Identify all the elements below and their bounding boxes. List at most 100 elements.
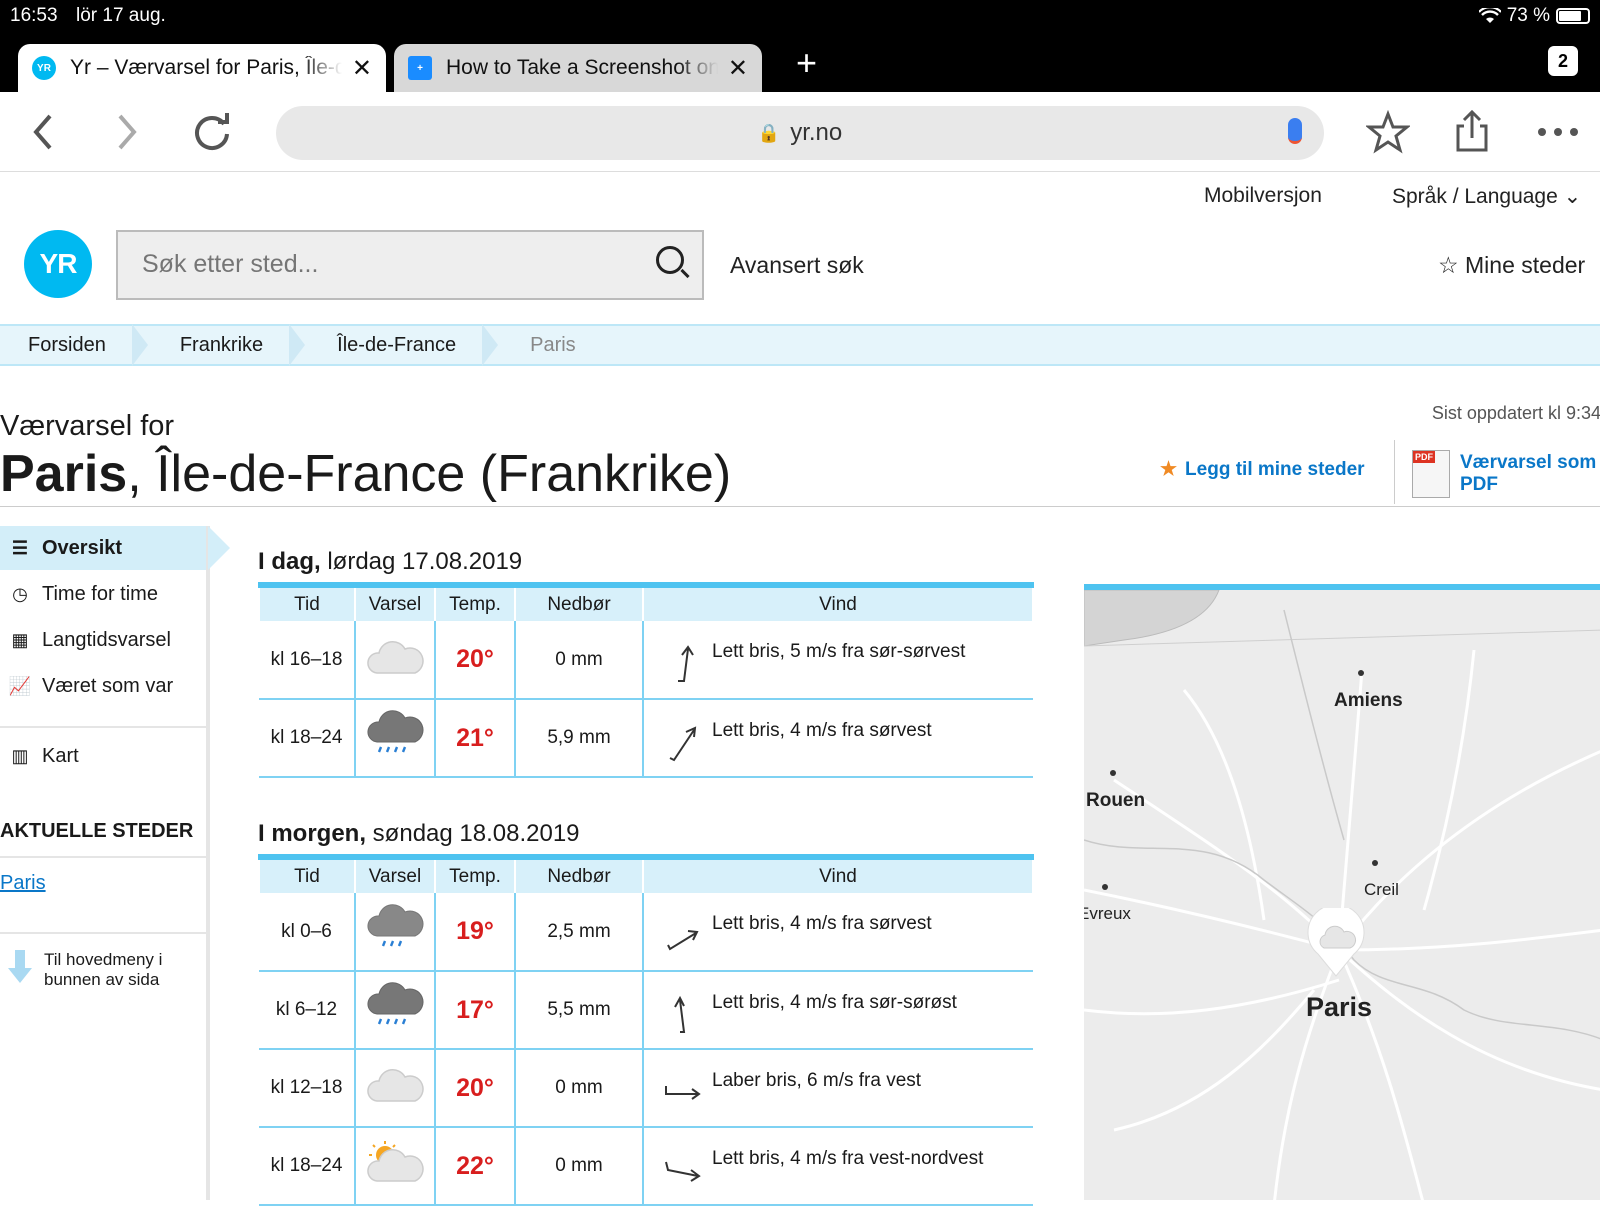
map-pin-icon[interactable] — [1306, 908, 1366, 978]
advanced-search-link[interactable]: Avansert søk — [730, 252, 864, 279]
table-row: kl 16–18 20° 0 mm Lett bris, 5 m/s fra s… — [259, 621, 1033, 700]
language-label: Språk / Language — [1392, 185, 1558, 208]
microphone-icon[interactable] — [1288, 118, 1302, 144]
tab-screenshot-article[interactable]: + How to Take a Screenshot on an iPad ✕ — [394, 44, 762, 92]
day-label: I dag, — [258, 548, 321, 575]
search-input[interactable] — [142, 250, 622, 279]
search-icon[interactable] — [656, 246, 684, 274]
tab-title: How to Take a Screenshot on an iPad — [446, 56, 718, 79]
current-places-heading: AKTUELLE STEDER — [0, 820, 194, 842]
forecast-table-tomorrow: Tid Varsel Temp. Nedbør Vind kl 0–6 19° … — [258, 854, 1034, 1206]
wind-text: Lett bris, 4 m/s fra sørvest — [712, 720, 932, 741]
tab-yr[interactable]: YR Yr – Værvarsel for Paris, Île-de-Fran… — [18, 44, 386, 92]
my-places-label: Mine steder — [1465, 252, 1586, 278]
divider — [0, 506, 1600, 507]
map-city-label: Paris — [1306, 992, 1373, 1022]
map-city-label: Amiens — [1334, 690, 1403, 711]
map-icon: ▥ — [11, 745, 29, 766]
yr-logo[interactable]: YR — [24, 230, 92, 298]
my-places-link[interactable]: ☆ Mine steder — [1438, 252, 1585, 279]
place-region: , Île-de-France (Frankrike) — [127, 445, 732, 503]
pdf-forecast-link[interactable]: Værvarsel som PDF — [1460, 452, 1596, 496]
chart-icon: 📈 — [8, 675, 32, 696]
nav-item-oversikt[interactable]: ☰ Oversikt — [0, 526, 230, 570]
nav-item-vaeret-som-var[interactable]: 📈 Været som var — [0, 664, 206, 708]
rain-cloud-icon — [354, 971, 435, 1050]
wind-cell: Lett bris, 4 m/s fra vest-nordvest — [642, 1127, 1033, 1206]
list-icon: ☰ — [11, 537, 29, 558]
divider — [1394, 440, 1395, 504]
nav-label: Time for time — [42, 582, 158, 605]
pdf-link-line2: PDF — [1460, 474, 1498, 495]
breadcrumb-current: Paris — [530, 333, 576, 356]
day-heading-tomorrow: I morgen, søndag 18.08.2019 — [258, 820, 580, 848]
wind-arrow-icon — [665, 1161, 701, 1182]
temperature-cell: 22° — [434, 1127, 515, 1206]
wind-arrow-icon — [674, 995, 686, 1033]
map-roads — [1084, 590, 1600, 1200]
add-to-my-places-label: Legg til mine steder — [1185, 459, 1365, 480]
precipitation-cell: 5,9 mm — [514, 699, 643, 778]
star-filled-icon: ★ — [1160, 459, 1178, 480]
clock-icon: ◷ — [12, 583, 28, 604]
column-header: Tid — [258, 857, 356, 893]
nav-item-kart[interactable]: ▥ Kart — [0, 734, 206, 778]
address-bar[interactable]: 🔒 yr.no — [276, 106, 1324, 160]
divider — [0, 856, 206, 858]
breadcrumb-item[interactable]: Île-de-France — [309, 324, 499, 366]
wifi-icon — [1478, 8, 1501, 23]
last-updated: Sist oppdatert kl 9:34. — [1431, 403, 1600, 423]
breadcrumb-item[interactable]: Forsiden — [0, 324, 148, 366]
lock-icon: 🔒 — [757, 122, 781, 143]
close-tab-icon[interactable]: ✕ — [728, 54, 748, 83]
wind-text: Laber bris, 6 m/s fra vest — [712, 1070, 922, 1091]
back-icon[interactable] — [28, 110, 58, 154]
mobile-version-link[interactable]: Mobilversjon — [1204, 184, 1322, 208]
column-header: Varsel — [354, 585, 436, 621]
time-cell: kl 18–24 — [259, 1127, 355, 1206]
bookmark-star-icon[interactable] — [1366, 110, 1410, 154]
sidebar: ☰ Oversikt ◷ Time for time ▦ Langtidsvarsel… — [0, 526, 230, 1200]
temperature-cell: 17° — [434, 971, 515, 1050]
pdf-badge: PDF — [1413, 451, 1435, 463]
cloud-icon — [354, 621, 435, 700]
wind-text: Lett bris, 5 m/s fra sør-sørvest — [712, 641, 966, 662]
precipitation-cell: 0 mm — [514, 1127, 643, 1206]
yr-favicon-icon: YR — [32, 56, 56, 80]
close-tab-icon[interactable]: ✕ — [352, 54, 372, 83]
share-icon[interactable] — [1452, 110, 1492, 154]
nav-item-langtidsvarsel[interactable]: ▦ Langtidsvarsel — [0, 618, 206, 662]
cloud-icon — [354, 1049, 435, 1128]
language-menu[interactable]: Språk / Language ⌄ — [1392, 184, 1581, 209]
pdf-icon[interactable]: PDF — [1412, 450, 1450, 498]
wind-arrow-icon — [665, 1086, 701, 1100]
nav-label: Oversikt — [42, 536, 123, 559]
wind-text: Lett bris, 4 m/s fra sør-sørøst — [712, 992, 957, 1013]
more-icon[interactable] — [1536, 110, 1580, 154]
table-row: kl 6–12 17° 5,5 mm Lett bris, 4 m/s fra … — [259, 971, 1033, 1050]
wind-cell: Lett bris, 5 m/s fra sør-sørvest — [642, 621, 1033, 700]
day-date: søndag 18.08.2019 — [366, 820, 580, 847]
breadcrumb: Forsiden Frankrike Île-de-France Paris — [0, 324, 1600, 366]
tab-bar: YR Yr – Værvarsel for Paris, Île-de-Fran… — [0, 32, 1600, 92]
day-date: lørdag 17.08.2019 — [320, 548, 523, 575]
breadcrumb-item[interactable]: Frankrike — [152, 324, 306, 366]
forecast-table-today: Tid Varsel Temp. Nedbør Vind kl 16–18 20… — [258, 582, 1034, 778]
tab-title: Yr – Værvarsel for Paris, Île-de-France … — [70, 56, 342, 79]
tab-count-button[interactable]: 2 — [1548, 46, 1578, 76]
column-header: Varsel — [354, 857, 436, 893]
column-header: Temp. — [434, 857, 516, 893]
map-city-label: Creil — [1364, 880, 1399, 899]
new-tab-icon[interactable]: + — [796, 42, 817, 84]
nav-label: Kart — [42, 744, 79, 767]
nav-item-time-for-time[interactable]: ◷ Time for time — [0, 572, 206, 616]
to-main-menu-link[interactable]: Til hovedmeny i bunnen av sida — [44, 950, 194, 990]
forecast-map[interactable]: Amiens Rouen Creil Evreux Paris — [1084, 584, 1600, 1200]
reload-icon[interactable] — [190, 110, 234, 154]
add-to-my-places-button[interactable]: ★ Legg til mine steder — [1160, 458, 1365, 481]
search-box — [116, 230, 704, 300]
time-cell: kl 0–6 — [259, 893, 355, 972]
place-name: Paris — [0, 445, 128, 503]
current-place-link[interactable]: Paris — [0, 872, 46, 895]
forward-icon[interactable] — [112, 110, 142, 154]
